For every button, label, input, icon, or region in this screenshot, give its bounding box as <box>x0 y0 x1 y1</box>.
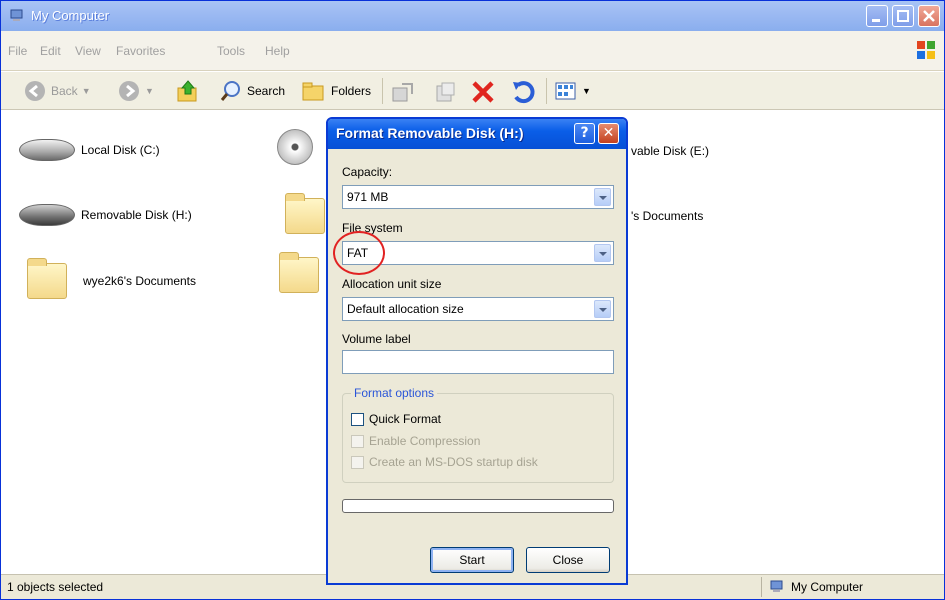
toolbar: Back ▼ ▼ Search Folders ▼ <box>1 72 944 110</box>
folders-button[interactable]: Folders <box>301 78 371 104</box>
window-title: My Computer <box>31 8 110 23</box>
shared-folder-icon <box>279 252 319 293</box>
format-options-legend: Format options <box>351 386 438 400</box>
toolbar-divider <box>546 78 547 104</box>
folder-user-documents[interactable]: wye2k6's Documents <box>27 258 197 299</box>
menu-view[interactable]: View <box>75 44 101 58</box>
folder-icon <box>27 258 67 299</box>
views-button[interactable]: ▼ <box>554 78 591 104</box>
capacity-select[interactable]: 971 MB <box>342 185 614 209</box>
minimize-icon <box>872 19 880 22</box>
volume-label-caption: Volume label <box>342 332 411 346</box>
folder-shared-users[interactable] <box>279 252 319 293</box>
status-divider <box>761 577 762 597</box>
status-text: 1 objects selected <box>7 580 104 594</box>
chevron-down-icon: ▼ <box>582 86 591 96</box>
search-button[interactable]: Search <box>219 78 285 104</box>
folders-label: Folders <box>331 84 372 98</box>
menu-tools[interactable]: Tools <box>217 44 245 58</box>
back-arrow-icon <box>25 81 45 101</box>
enable-compression-label: Enable Compression <box>369 434 481 448</box>
drive-removable-h[interactable]: Removable Disk (H:) <box>19 204 192 226</box>
back-label: Back <box>51 84 78 98</box>
msdos-startup-checkbox <box>351 455 364 469</box>
forward-button[interactable]: ▼ <box>117 78 154 104</box>
chevron-down-icon[interactable] <box>594 244 611 262</box>
chevron-down-icon[interactable] <box>594 300 611 318</box>
my-computer-icon <box>770 580 783 592</box>
chevron-down-icon: ▼ <box>145 86 154 96</box>
format-progress-bar <box>342 499 614 513</box>
drive-cd[interactable] <box>277 129 313 165</box>
format-options-group: Format options Quick Format Enable Compr… <box>342 386 614 483</box>
msdos-startup-label: Create an MS-DOS startup disk <box>369 455 538 469</box>
dialog-title: Format Removable Disk (H:) <box>336 125 524 141</box>
documents-label[interactable]: 's Documents <box>631 209 703 223</box>
folder-user-documents-label: wye2k6's Documents <box>83 274 197 288</box>
folder-icon <box>285 193 325 234</box>
format-dialog: Format Removable Disk (H:) ? ✕ Capacity:… <box>326 117 628 585</box>
hard-drive-icon <box>19 139 75 161</box>
minimize-button[interactable] <box>866 5 888 27</box>
quick-format-checkbox[interactable] <box>351 412 364 426</box>
allocation-select[interactable]: Default allocation size <box>342 297 614 321</box>
windows-logo-icon <box>917 41 935 59</box>
capacity-value: 971 MB <box>347 190 389 204</box>
back-button[interactable]: Back ▼ <box>23 78 91 104</box>
quick-format-label: Quick Format <box>369 412 442 426</box>
removable-drive-icon <box>19 204 75 226</box>
highlight-annotation-circle <box>333 231 385 275</box>
enable-compression-checkbox <box>351 434 364 448</box>
drive-removable-h-label: Removable Disk (H:) <box>81 208 192 222</box>
allocation-label: Allocation unit size <box>342 277 442 291</box>
drive-removable-e-label[interactable]: vable Disk (E:) <box>631 144 709 158</box>
help-button[interactable]: ? <box>574 123 595 144</box>
menu-file[interactable]: File <box>8 44 27 58</box>
maximize-button[interactable] <box>892 5 914 27</box>
drive-local-c[interactable]: Local Disk (C:) <box>19 139 160 161</box>
allocation-value: Default allocation size <box>347 302 464 316</box>
menu-edit[interactable]: Edit <box>40 44 61 58</box>
drive-local-c-label: Local Disk (C:) <box>81 143 160 157</box>
toolbar-divider <box>382 78 383 104</box>
msdos-startup-option: Create an MS-DOS startup disk <box>351 455 538 469</box>
folders-icon <box>302 82 324 101</box>
status-location: My Computer <box>769 579 863 595</box>
maximize-icon <box>897 10 909 22</box>
undo-icon[interactable] <box>510 79 536 105</box>
menu-favorites[interactable]: Favorites <box>116 44 165 58</box>
start-button[interactable]: Start <box>430 547 514 573</box>
menu-help[interactable]: Help <box>265 44 290 58</box>
chevron-down-icon[interactable] <box>594 188 611 206</box>
views-icon <box>555 82 576 100</box>
copy-to-icon[interactable] <box>433 80 459 104</box>
dialog-title-bar[interactable]: Format Removable Disk (H:) ? ✕ <box>328 119 626 149</box>
folder-shared[interactable] <box>285 193 325 234</box>
close-button[interactable]: Close <box>526 547 610 573</box>
dialog-close-button[interactable]: ✕ <box>598 123 619 144</box>
up-folder-icon <box>177 80 197 102</box>
status-location-label: My Computer <box>791 580 864 594</box>
enable-compression-option: Enable Compression <box>351 434 480 448</box>
cd-drive-icon <box>277 129 313 165</box>
capacity-label: Capacity: <box>342 165 393 179</box>
delete-icon[interactable] <box>469 79 497 105</box>
title-bar[interactable]: My Computer <box>1 1 944 31</box>
menu-bar: File Edit View Favorites Tools Help <box>1 31 944 71</box>
quick-format-option[interactable]: Quick Format <box>351 412 441 426</box>
forward-arrow-icon <box>119 81 139 101</box>
search-label: Search <box>247 84 286 98</box>
my-computer-icon <box>10 9 23 21</box>
up-folder-button[interactable] <box>175 78 201 104</box>
search-icon <box>220 81 240 101</box>
chevron-down-icon: ▼ <box>81 86 91 96</box>
move-to-icon[interactable] <box>390 80 416 104</box>
close-window-button[interactable] <box>918 5 940 27</box>
volume-label-input[interactable] <box>342 350 614 374</box>
close-icon <box>923 10 935 22</box>
